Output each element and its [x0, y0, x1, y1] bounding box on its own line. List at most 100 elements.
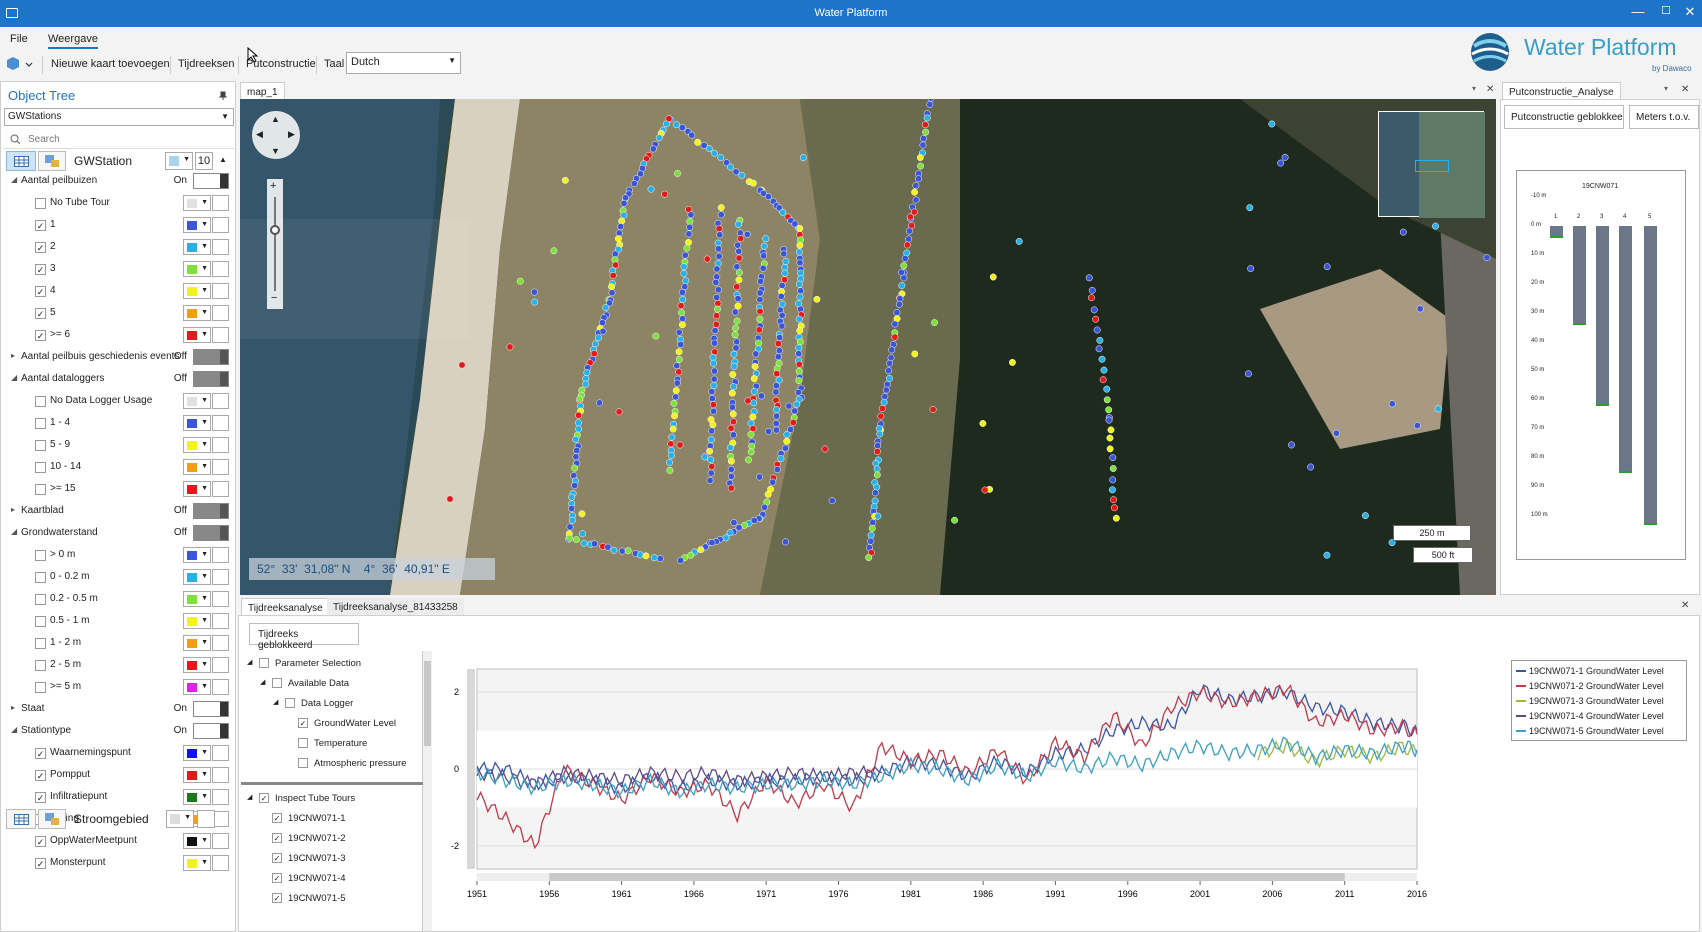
node-checkbox[interactable]	[272, 678, 282, 688]
station-marker[interactable]	[734, 295, 742, 303]
expand-icon[interactable]: ▸	[11, 703, 15, 712]
station-marker[interactable]	[1088, 294, 1095, 302]
station-marker[interactable]	[711, 339, 719, 347]
tree-node[interactable]: ◢ ✓ Inspect Tube Tours	[241, 790, 421, 810]
station-marker[interactable]	[573, 447, 581, 454]
station-marker[interactable]	[568, 504, 576, 512]
station-marker[interactable]	[708, 427, 716, 435]
station-marker[interactable]	[706, 447, 714, 455]
station-marker[interactable]	[728, 403, 736, 411]
station-marker[interactable]	[735, 524, 743, 532]
station-marker[interactable]	[757, 277, 765, 285]
size-input[interactable]: 10	[195, 152, 213, 170]
station-marker[interactable]	[710, 149, 718, 157]
item-checkbox[interactable]	[35, 682, 46, 693]
station-marker[interactable]	[760, 242, 768, 250]
item-checkbox[interactable]	[35, 462, 46, 473]
station-marker[interactable]	[733, 317, 741, 325]
station-marker[interactable]	[756, 307, 764, 315]
station-marker[interactable]	[878, 404, 886, 412]
minimize-button[interactable]: —	[1628, 4, 1648, 19]
station-marker[interactable]	[796, 293, 804, 301]
section-6[interactable]: ◢ Stationtype On	[1, 721, 233, 741]
station-marker[interactable]	[745, 456, 752, 464]
station-marker[interactable]	[620, 199, 628, 207]
station-marker[interactable]	[1432, 222, 1439, 230]
node-checkbox[interactable]	[298, 738, 308, 748]
station-marker[interactable]	[706, 477, 714, 484]
station-marker[interactable]	[680, 263, 688, 271]
station-marker[interactable]	[1388, 400, 1396, 408]
item-color-picker[interactable]: ▼	[183, 613, 211, 629]
item-checkbox[interactable]: ✓	[35, 792, 46, 803]
station-marker[interactable]	[678, 321, 686, 329]
station-marker[interactable]	[1110, 504, 1118, 512]
station-marker[interactable]	[713, 265, 721, 273]
station-marker[interactable]	[708, 395, 716, 403]
station-marker[interactable]	[728, 389, 736, 397]
section-toggle[interactable]	[193, 723, 229, 739]
expand-icon[interactable]: ◢	[260, 678, 265, 686]
station-marker[interactable]	[931, 319, 938, 327]
station-marker[interactable]	[717, 204, 725, 212]
station-marker[interactable]	[795, 344, 803, 352]
station-marker[interactable]	[756, 296, 764, 304]
station-marker[interactable]	[874, 442, 882, 450]
section-3[interactable]: ▸ Kaartblad Off	[1, 501, 233, 521]
station-marker[interactable]	[670, 399, 678, 407]
station-marker[interactable]	[571, 464, 579, 472]
station-marker[interactable]	[772, 382, 780, 390]
station-marker[interactable]	[778, 300, 786, 308]
tree-node[interactable]: ◢ Available Data	[241, 675, 421, 695]
station-marker[interactable]	[710, 382, 718, 389]
station-marker[interactable]	[774, 353, 782, 361]
station-marker[interactable]	[735, 276, 743, 284]
station-marker[interactable]	[647, 185, 655, 193]
station-marker[interactable]	[735, 220, 742, 228]
station-marker[interactable]	[630, 180, 638, 188]
station-marker[interactable]	[709, 353, 717, 361]
item-swatch[interactable]	[212, 591, 229, 607]
station-marker[interactable]	[735, 254, 743, 262]
station-marker[interactable]	[531, 298, 539, 306]
station-marker[interactable]	[679, 315, 687, 323]
station-marker[interactable]	[572, 435, 580, 443]
collapse-icon[interactable]: ▲	[219, 155, 227, 164]
node-checkbox[interactable]: ✓	[259, 793, 269, 803]
station-marker[interactable]	[750, 375, 758, 383]
station-marker[interactable]	[714, 305, 721, 313]
station-marker[interactable]	[710, 407, 718, 415]
overview-map[interactable]	[1378, 111, 1485, 218]
section-toggle[interactable]	[193, 503, 229, 519]
timeseries-button[interactable]: Tijdreeksen	[178, 58, 234, 70]
station-marker[interactable]	[898, 282, 906, 289]
station-marker[interactable]	[1246, 204, 1254, 212]
station-marker[interactable]	[1106, 434, 1114, 442]
station-marker[interactable]	[566, 534, 573, 542]
station-marker[interactable]	[865, 554, 873, 562]
station-marker[interactable]	[707, 469, 715, 477]
station-marker[interactable]	[873, 465, 881, 473]
footer-style-button[interactable]	[38, 809, 66, 829]
well-tube[interactable]	[1596, 226, 1609, 406]
station-marker[interactable]	[747, 448, 755, 456]
item-color-picker[interactable]: ▼	[183, 657, 211, 673]
station-marker[interactable]	[575, 425, 583, 433]
station-marker[interactable]	[764, 193, 772, 201]
station-marker[interactable]	[672, 393, 680, 401]
station-marker[interactable]	[566, 523, 574, 531]
station-marker[interactable]	[675, 348, 683, 356]
well-menu-icon[interactable]: ▾	[1664, 84, 1668, 93]
station-marker[interactable]	[793, 400, 801, 408]
node-checkbox[interactable]	[259, 658, 269, 668]
station-marker[interactable]	[732, 168, 740, 176]
station-marker[interactable]	[749, 425, 757, 433]
station-marker[interactable]	[929, 406, 937, 413]
timeseries-chart[interactable]: 2 0 -2 1951 1956 1961 1966 1971 1976 1981 1986 1991…	[437, 651, 1699, 931]
station-marker[interactable]	[618, 217, 626, 225]
station-marker[interactable]	[773, 370, 781, 378]
item-swatch[interactable]	[212, 657, 229, 673]
station-marker[interactable]	[732, 324, 740, 332]
footer-table-button[interactable]	[6, 809, 36, 829]
item-swatch[interactable]	[212, 437, 229, 453]
